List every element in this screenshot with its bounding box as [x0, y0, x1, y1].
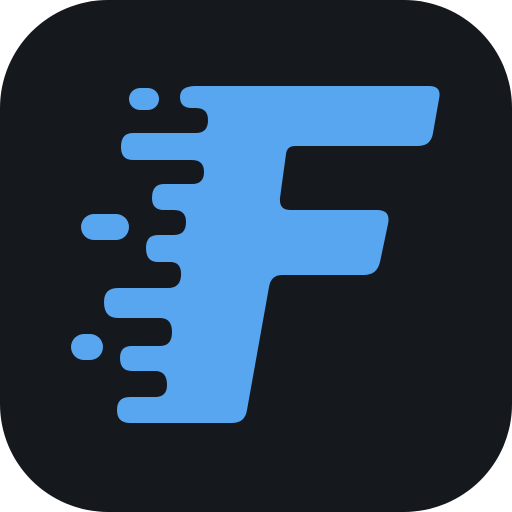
- speed-dot: [81, 214, 129, 240]
- speed-f-logo-icon: [71, 86, 440, 423]
- speed-dot: [71, 334, 103, 360]
- f-letter-shape: [104, 86, 440, 423]
- speed-dot: [129, 88, 159, 110]
- app-icon[interactable]: [0, 0, 512, 512]
- f-letter-glyph: [71, 86, 440, 423]
